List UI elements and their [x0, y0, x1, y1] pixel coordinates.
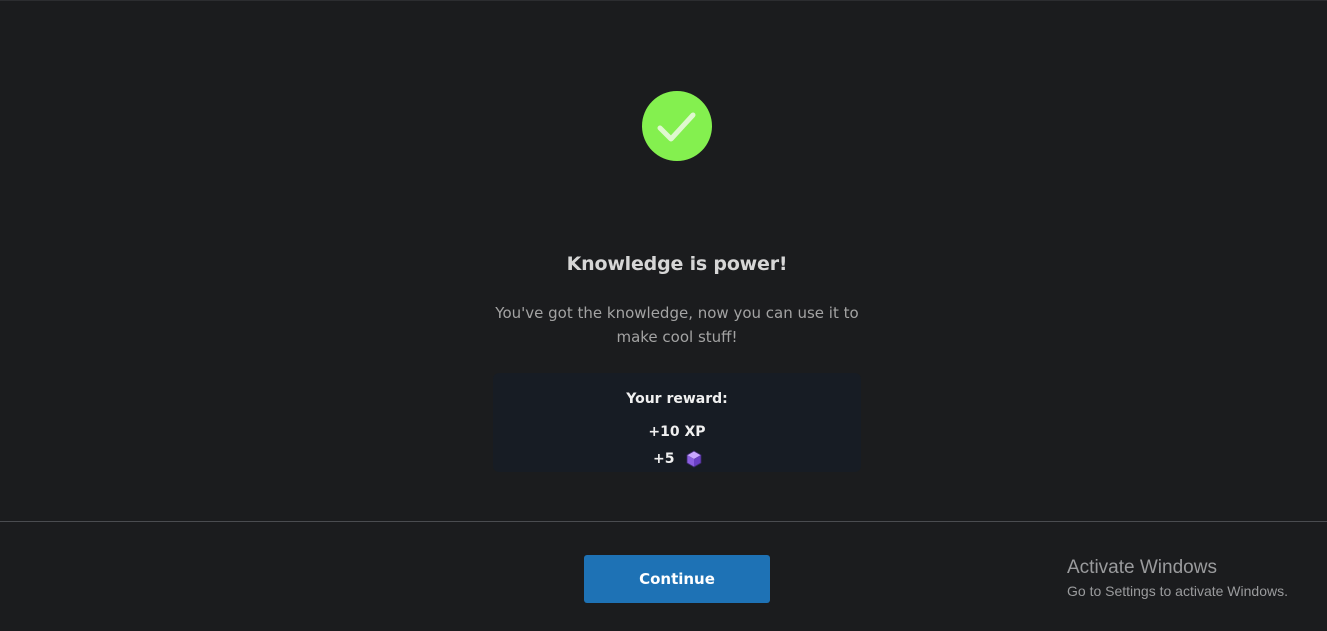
activate-windows-title: Activate Windows	[1067, 557, 1217, 578]
checkmark-success-icon	[642, 91, 712, 161]
purple-cube-icon	[686, 450, 702, 468]
continue-button[interactable]: Continue	[584, 555, 770, 603]
lesson-complete-page: Knowledge is power! You've got the knowl…	[0, 0, 1327, 631]
activate-windows-subtitle: Go to Settings to activate Windows.	[1067, 583, 1288, 599]
reward-heading: Your reward:	[626, 391, 728, 407]
completion-subtitle: You've got the knowledge, now you can us…	[495, 304, 859, 346]
footer-divider	[0, 521, 1327, 522]
completion-title: Knowledge is power!	[566, 253, 788, 275]
reward-xp: +10 XP	[648, 424, 706, 440]
reward-panel: Your reward: +10 XP +5	[493, 373, 861, 472]
reward-gems: +5	[653, 450, 702, 468]
reward-gems-amount: +5	[653, 451, 675, 467]
